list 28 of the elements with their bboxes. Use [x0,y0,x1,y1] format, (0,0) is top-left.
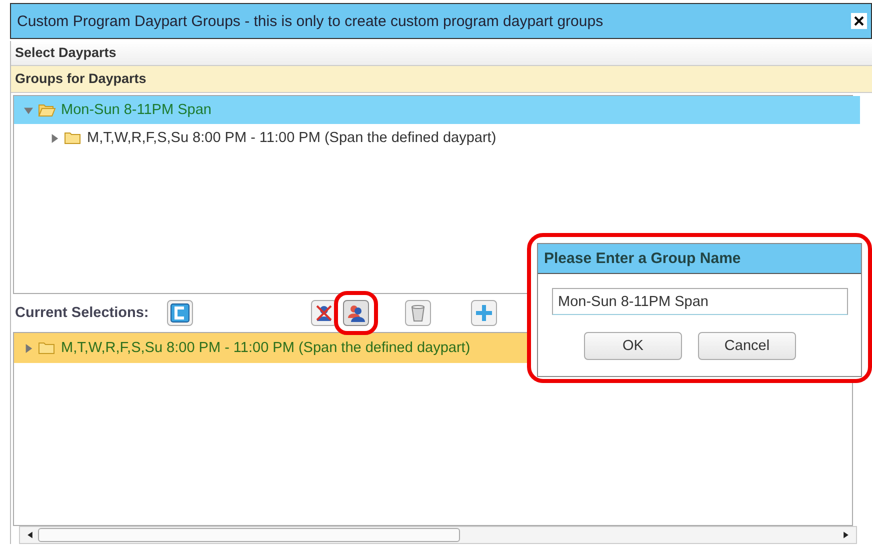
folder-icon [38,341,56,355]
remove-user-icon [314,303,334,323]
section-header[interactable]: Groups for Dayparts [11,66,872,93]
ok-button[interactable]: OK [584,332,682,360]
cancel-button[interactable]: Cancel [698,332,796,360]
expand-icon[interactable] [24,106,33,114]
group-name-field[interactable]: Mon-Sun 8-11PM Span [552,288,848,315]
expand-icon[interactable] [24,344,33,352]
folder-icon [64,131,82,145]
clear-button[interactable] [166,300,193,326]
letter-c-icon [170,303,190,323]
plus-icon [474,303,494,323]
folder-icon [38,103,56,117]
current-selections-label: Current Selections: [15,305,149,321]
window-title: Custom Program Daypart Groups - this is only to create custom program daypart groups [17,12,604,30]
users-icon [346,303,366,323]
close-icon[interactable] [851,13,867,29]
tree-label: Mon-Sun 8-11PM Span [61,102,212,118]
tree-label: M,T,W,R,F,S,Su 8:00 PM - 11:00 PM (Span the defined daypart) [87,130,496,146]
expand-icon[interactable] [50,134,59,142]
scroll-right-icon[interactable] [842,531,850,539]
remove-user-button[interactable] [310,300,337,326]
add-button[interactable] [470,300,497,326]
scroll-left-icon[interactable] [26,531,34,539]
selection-label: M,T,W,R,F,S,Su 8:00 PM - 11:00 PM (Span the defined daypart) [61,340,470,356]
dialog-title: Please Enter a Group Name [538,244,861,274]
tree-item[interactable]: M,T,W,R,F,S,Su 8:00 PM - 11:00 PM (Span the defined daypart) [14,124,872,152]
delete-button[interactable] [404,300,431,326]
